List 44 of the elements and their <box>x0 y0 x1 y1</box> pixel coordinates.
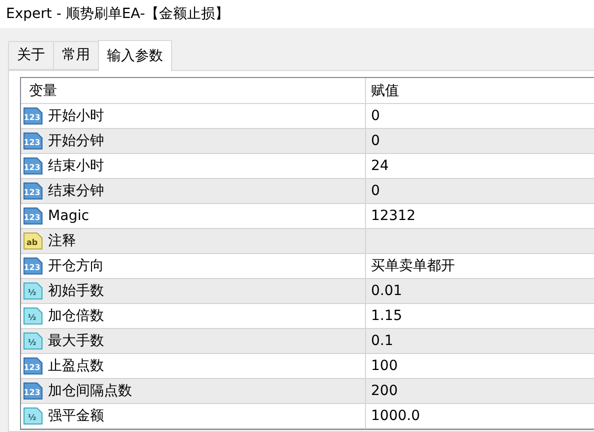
type-icon: 123 <box>23 381 43 401</box>
parameter-value[interactable]: 1.15 <box>371 308 402 324</box>
column-header: 赋值 <box>371 82 399 100</box>
parameter-value[interactable]: 12312 <box>371 208 416 224</box>
parameter-value[interactable]: 0.01 <box>371 283 402 299</box>
type-icon: ½ <box>23 306 43 326</box>
parameter-name: 加仓间隔点数 <box>48 382 132 400</box>
parameter-value[interactable]: 买单卖单都开 <box>371 257 455 275</box>
tab[interactable]: 输入参数 <box>98 40 172 71</box>
parameter-name: 止盈点数 <box>48 357 104 375</box>
tab[interactable]: 关于 <box>8 41 54 70</box>
parameter-value[interactable]: 0 <box>371 183 380 199</box>
column-header: 变量 <box>29 82 57 100</box>
parameter-name: 最大手数 <box>48 332 104 350</box>
parameter-name: 开仓方向 <box>48 257 104 275</box>
parameter-value[interactable]: 0.1 <box>371 333 394 349</box>
type-icon: ½ <box>23 406 43 426</box>
window-title: Expert - 顺势刷单EA-【金额止损】 <box>6 5 229 23</box>
parameter-value[interactable]: 1000.0 <box>371 408 420 424</box>
type-icon: ½ <box>23 331 43 351</box>
parameter-name: 结束小时 <box>48 157 104 175</box>
type-icon: 123 <box>23 206 43 226</box>
parameter-value[interactable]: 0 <box>371 108 380 124</box>
parameter-name: 结束分钟 <box>48 182 104 200</box>
type-icon: 123 <box>23 256 43 276</box>
type-icon: 123 <box>23 156 43 176</box>
parameter-name: 强平金额 <box>48 407 104 425</box>
parameter-value[interactable]: 0 <box>371 133 380 149</box>
type-icon: 123 <box>23 131 43 151</box>
parameter-name: 开始小时 <box>48 107 104 125</box>
type-icon: ab <box>23 231 43 251</box>
type-icon: ½ <box>23 281 43 301</box>
type-icon: 123 <box>23 181 43 201</box>
parameter-name: 加仓倍数 <box>48 307 104 325</box>
parameter-value[interactable]: 24 <box>371 158 389 174</box>
parameter-value[interactable]: 200 <box>371 383 398 399</box>
parameter-name: 开始分钟 <box>48 132 104 150</box>
parameter-name: Magic <box>48 208 90 224</box>
parameter-name: 初始手数 <box>48 282 104 300</box>
parameter-name: 注释 <box>48 232 76 250</box>
type-icon: 123 <box>23 106 43 126</box>
parameter-value[interactable]: 100 <box>371 358 398 374</box>
tab[interactable]: 常用 <box>53 41 99 70</box>
type-icon: 123 <box>23 356 43 376</box>
